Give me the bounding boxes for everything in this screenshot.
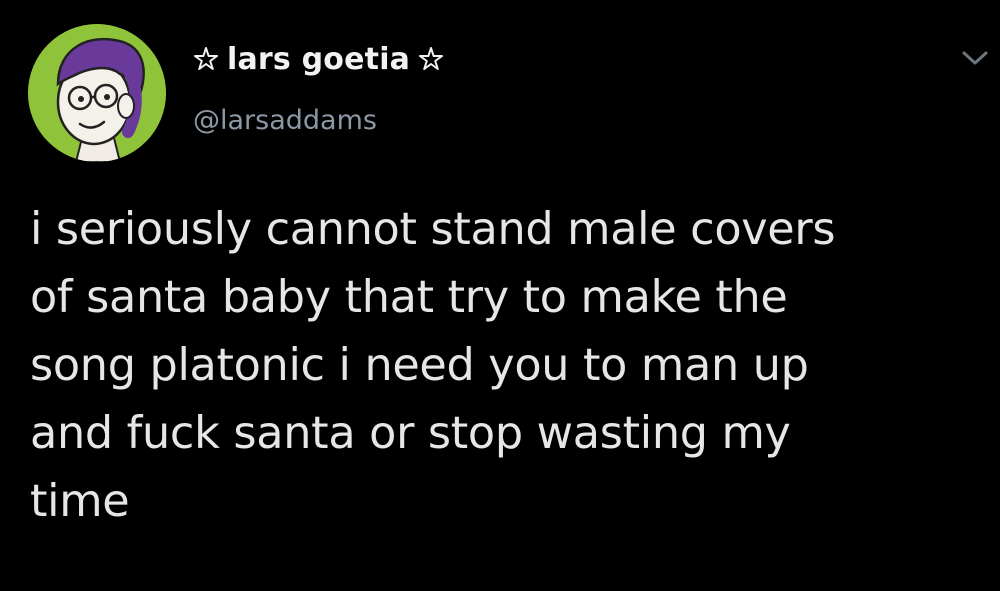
display-name[interactable]: lars goetia xyxy=(193,42,444,80)
avatar-illustration xyxy=(28,24,166,162)
chevron-down-icon[interactable] xyxy=(958,44,992,72)
pentagram-icon xyxy=(418,45,444,80)
tweet-text: i seriously cannot stand male covers of … xyxy=(30,204,836,527)
tweet-card: lars goetia @larsaddams i seriously cann… xyxy=(0,0,1000,591)
pentagram-icon xyxy=(193,45,219,80)
user-handle[interactable]: @larsaddams xyxy=(193,105,377,136)
avatar[interactable] xyxy=(28,24,166,162)
display-name-text: lars goetia xyxy=(227,42,411,77)
